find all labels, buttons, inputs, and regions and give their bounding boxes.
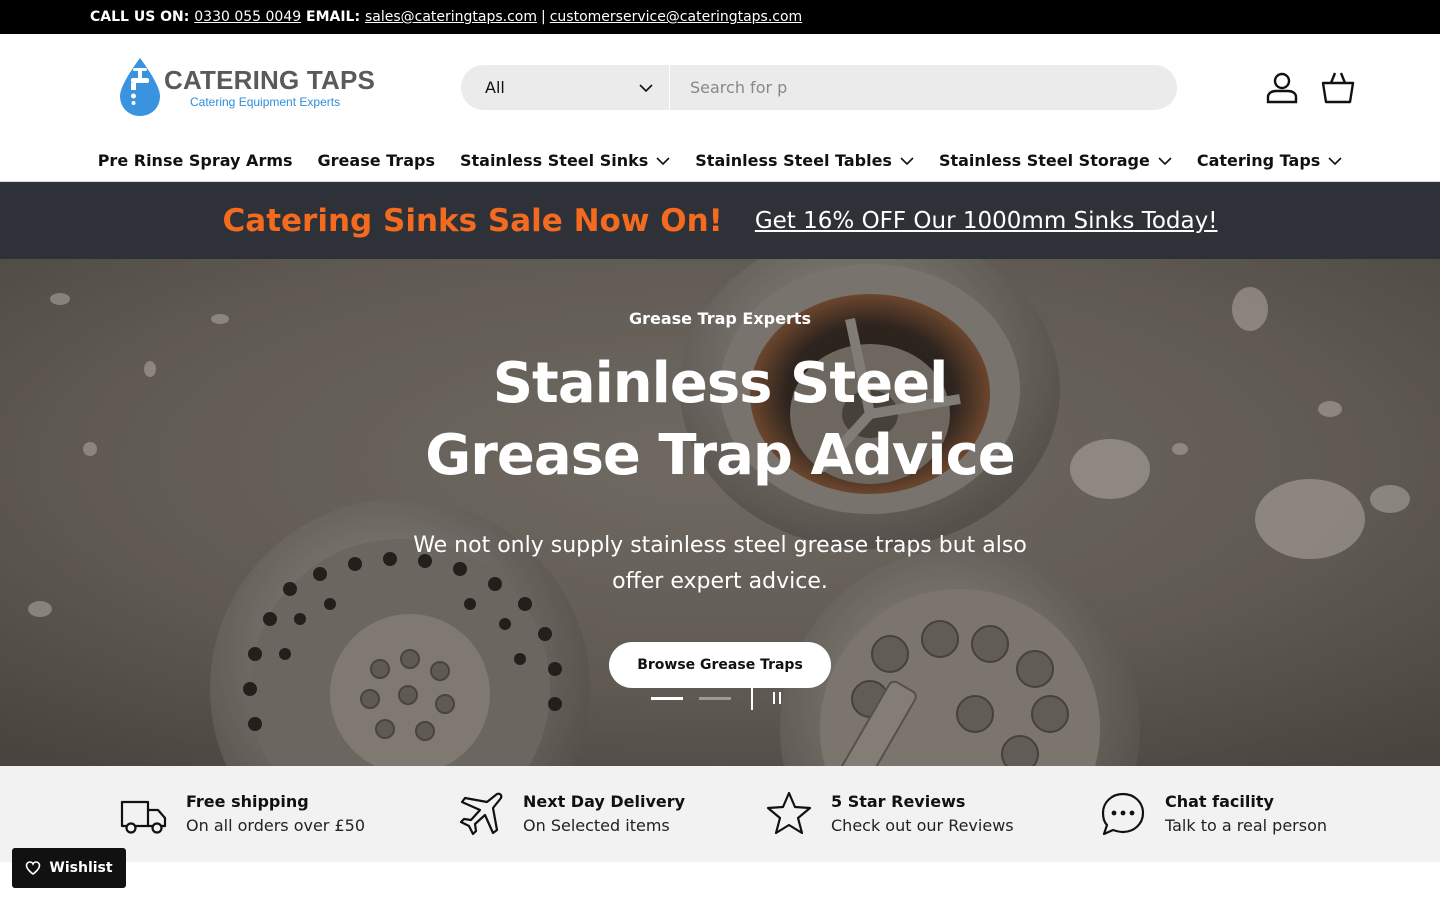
nav-item-stainless-steel-storage[interactable]: Stainless Steel Storage xyxy=(939,151,1172,170)
chevron-down-icon xyxy=(639,83,653,92)
search-bar: All xyxy=(461,65,1177,110)
search-category-select[interactable]: All xyxy=(461,65,670,110)
plane-icon xyxy=(459,792,503,836)
feature-subtitle: Check out our Reviews xyxy=(831,816,1014,835)
wishlist-label: Wishlist xyxy=(49,860,113,876)
slide-dot-2[interactable] xyxy=(699,696,731,700)
contact-bar: CALL US ON: 0330 055 0049 EMAIL: sales@c… xyxy=(0,0,1440,34)
feature-subtitle: On Selected items xyxy=(523,816,670,835)
feature-5-star-reviews: 5 Star Reviews Check out our Reviews xyxy=(765,790,1014,838)
nav-item-stainless-steel-tables[interactable]: Stainless Steel Tables xyxy=(695,151,914,170)
nav-label: Stainless Steel Sinks xyxy=(459,151,649,170)
feature-subtitle: On all orders over £50 xyxy=(186,816,365,835)
promo-headline: Catering Sinks Sale Now On! xyxy=(222,202,723,239)
feature-title: 5 Star Reviews xyxy=(831,792,966,811)
sales-email-link[interactable]: sales@cateringtaps.com xyxy=(365,9,537,25)
feature-strip: Free shipping On all orders over £50 Nex… xyxy=(0,766,1440,862)
nav-item-catering-taps[interactable]: Catering Taps xyxy=(1197,151,1342,170)
feature-subtitle: Talk to a real person xyxy=(1165,816,1328,835)
hero-content: Grease Trap Experts Stainless Steel Grea… xyxy=(0,259,1440,688)
logo-title: CATERING TAPS xyxy=(164,64,376,95)
feature-title: Chat facility xyxy=(1165,792,1274,811)
feature-next-day-delivery: Next Day Delivery On Selected items xyxy=(457,790,685,838)
pause-icon[interactable] xyxy=(773,692,781,704)
phone-link[interactable]: 0330 055 0049 xyxy=(194,9,301,25)
nav-label: Pre Rinse Spray Arms xyxy=(97,151,293,170)
nav-item-grease-traps[interactable]: Grease Traps xyxy=(318,151,435,170)
account-icon[interactable] xyxy=(1264,70,1300,106)
main-nav: Pre Rinse Spray Arms Grease Traps Stainl… xyxy=(0,140,1440,182)
browse-grease-traps-button[interactable]: Browse Grease Traps xyxy=(609,642,831,688)
feature-title: Next Day Delivery xyxy=(523,792,686,811)
search-input[interactable] xyxy=(670,65,1177,110)
truck-icon xyxy=(120,800,167,834)
wishlist-button[interactable]: Wishlist xyxy=(12,848,126,888)
promo-banner: Catering Sinks Sale Now On! Get 16% OFF … xyxy=(0,182,1440,259)
chevron-down-icon xyxy=(1158,156,1172,165)
basket-icon[interactable] xyxy=(1320,70,1356,106)
feature-chat-facility: Chat facility Talk to a real person xyxy=(1099,790,1327,838)
feature-free-shipping: Free shipping On all orders over £50 xyxy=(120,790,365,838)
call-label: CALL US ON: xyxy=(90,9,190,25)
hero-title: Stainless Steel Grease Trap Advice xyxy=(425,351,1016,488)
chevron-down-icon xyxy=(656,156,670,165)
hero-description: We not only supply stainless steel greas… xyxy=(413,533,1027,594)
nav-label: Stainless Steel Storage xyxy=(938,151,1150,170)
nav-item-stainless-steel-sinks[interactable]: Stainless Steel Sinks xyxy=(460,151,670,170)
chat-icon xyxy=(1101,792,1145,836)
promo-link[interactable]: Get 16% OFF Our 1000mm Sinks Today! xyxy=(755,208,1218,234)
water-drop-icon xyxy=(118,56,162,118)
slide-dot-1[interactable] xyxy=(651,696,683,700)
chevron-down-icon xyxy=(900,156,914,165)
hero-slideshow: Grease Trap Experts Stainless Steel Grea… xyxy=(0,259,1440,766)
service-email-link[interactable]: customerservice@cateringtaps.com xyxy=(550,9,802,25)
site-header: CATERING TAPS Catering Equipment Experts… xyxy=(0,34,1440,140)
controls-divider xyxy=(751,686,753,710)
nav-item-pre-rinse-spray-arms[interactable]: Pre Rinse Spray Arms xyxy=(98,151,293,170)
slider-controls xyxy=(651,686,781,710)
hero-kicker: Grease Trap Experts xyxy=(628,309,812,328)
nav-label: Grease Traps xyxy=(317,151,435,170)
star-icon xyxy=(766,791,812,835)
logo-subtitle: Catering Equipment Experts xyxy=(190,94,341,109)
heart-icon xyxy=(26,861,41,875)
email-label: EMAIL: xyxy=(306,9,361,25)
nav-label: Catering Taps xyxy=(1196,151,1321,170)
feature-title: Free shipping xyxy=(186,792,309,811)
chevron-down-icon xyxy=(1328,156,1342,165)
site-logo[interactable]: CATERING TAPS Catering Equipment Experts xyxy=(118,56,375,118)
nav-label: Stainless Steel Tables xyxy=(695,151,892,170)
search-category-value: All xyxy=(485,78,505,97)
separator: | xyxy=(541,9,546,25)
